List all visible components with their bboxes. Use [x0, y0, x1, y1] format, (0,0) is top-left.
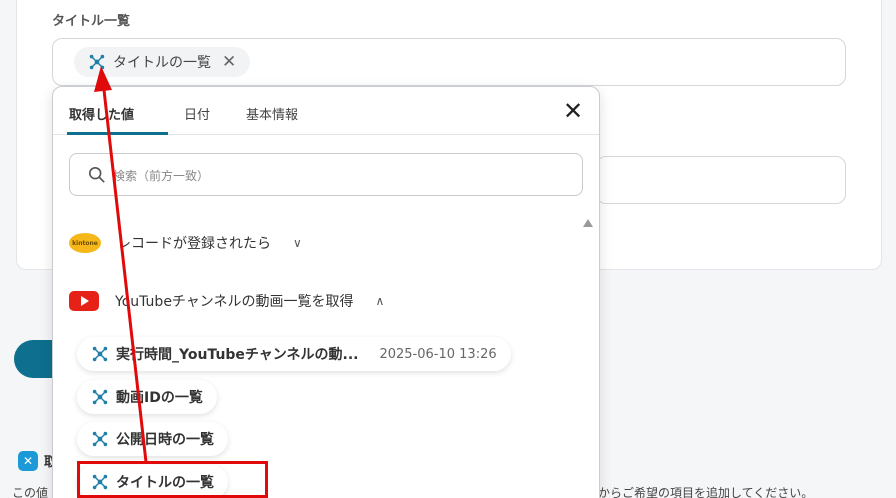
section-youtube-label: YouTubeチャンネルの動画一覧を取得 [115, 294, 354, 310]
youtube-logo-icon [69, 291, 99, 311]
second-field[interactable] [596, 156, 846, 204]
kintone-logo-text: kintone [72, 239, 98, 247]
network-icon [89, 54, 105, 70]
tab-acquired-values[interactable]: 取得した値 [69, 104, 134, 123]
value-item-label: 公開日時の一覧 [116, 432, 214, 448]
search-input[interactable]: 検索（前方一致） [69, 153, 583, 196]
chevron-down-icon: ∨ [293, 236, 302, 250]
network-icon [92, 346, 108, 362]
value-item-video-id[interactable]: 動画IDの一覧 [77, 380, 217, 414]
tab-basic-info[interactable]: 基本情報 [246, 104, 298, 123]
chevron-up-icon: ∧ [375, 294, 385, 308]
note-text-right: からご希望の項目を追加してください。 [598, 486, 814, 498]
active-tab-indicator [67, 132, 168, 135]
field-value-chip-label: タイトルの一覧 [113, 55, 211, 71]
value-item-label: 動画IDの一覧 [116, 390, 203, 406]
section-youtube[interactable]: YouTubeチャンネルの動画一覧を取得 ∧ [69, 291, 384, 311]
network-icon [92, 431, 108, 447]
section-kintone[interactable]: kintone レコードが登録されたら ∨ [69, 233, 302, 253]
value-item-exec-time[interactable]: 実行時間_YouTubeチャンネルの動... 2025-06-10 13:26 [77, 337, 511, 371]
remove-chip-icon[interactable]: ✕ [222, 52, 236, 72]
field-label: タイトル一覧 [52, 14, 131, 29]
popup-tabs: 取得した値 日付 基本情報 [53, 87, 599, 135]
scroll-up-arrow-icon[interactable] [583, 219, 593, 227]
section-kintone-label: レコードが登録されたら [117, 236, 271, 252]
search-icon [88, 166, 105, 183]
note-text-left: この値 [12, 486, 49, 498]
value-item-label: 実行時間_YouTubeチャンネルの動... [116, 347, 359, 363]
tab-date[interactable]: 日付 [184, 104, 210, 123]
search-placeholder: 検索（前方一致） [113, 169, 210, 183]
close-icon[interactable]: ✕ [563, 99, 583, 123]
network-icon [92, 389, 108, 405]
value-item-published-at[interactable]: 公開日時の一覧 [77, 422, 228, 456]
highlight-box [77, 461, 268, 498]
app-root: タイトル一覧 タイトルの一覧 ✕ ✕ 取 この値 からご希望の項目を追加してくだ… [0, 0, 896, 498]
field-value-chip[interactable]: タイトルの一覧 ✕ [74, 47, 251, 77]
value-item-time: 2025-06-10 13:26 [379, 346, 497, 362]
note-icon: ✕ [18, 451, 38, 471]
kintone-logo-icon: kintone [69, 233, 101, 253]
